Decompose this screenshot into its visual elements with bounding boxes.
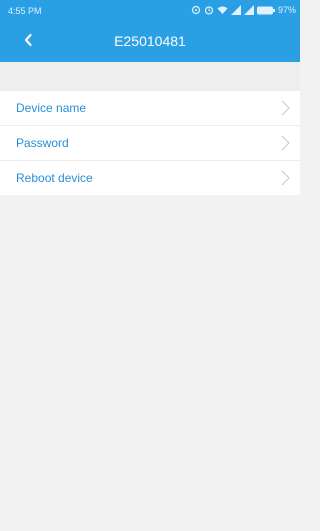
battery-percent: 97% [277,5,296,15]
nav-bar: E25010481 [0,22,300,62]
status-time: 4:55 PM [8,6,42,16]
sync-icon [191,5,201,15]
status-bar: 4:55 PM 97% [0,0,300,22]
chevron-right-icon [281,135,290,156]
list-item-label: Device name [16,101,87,115]
battery-icon [256,6,275,15]
chevron-right-icon [281,170,290,191]
list-item-label: Reboot device [16,171,93,185]
header: 4:55 PM 97% E25010481 [0,0,300,62]
status-icons: 97% [191,5,296,15]
wifi-icon [217,5,228,15]
chevron-right-icon [281,100,290,121]
signal-icon [243,5,254,15]
settings-list: Device name Password Reboot device [0,91,300,195]
section-spacer [0,62,300,91]
page-title: E25010481 [114,33,186,49]
list-item-device-name[interactable]: Device name [0,91,300,126]
list-item-label: Password [16,136,69,150]
list-item-password[interactable]: Password [0,126,300,161]
alarm-icon [204,5,214,15]
signal-icon [230,5,241,15]
list-item-reboot-device[interactable]: Reboot device [0,161,300,195]
